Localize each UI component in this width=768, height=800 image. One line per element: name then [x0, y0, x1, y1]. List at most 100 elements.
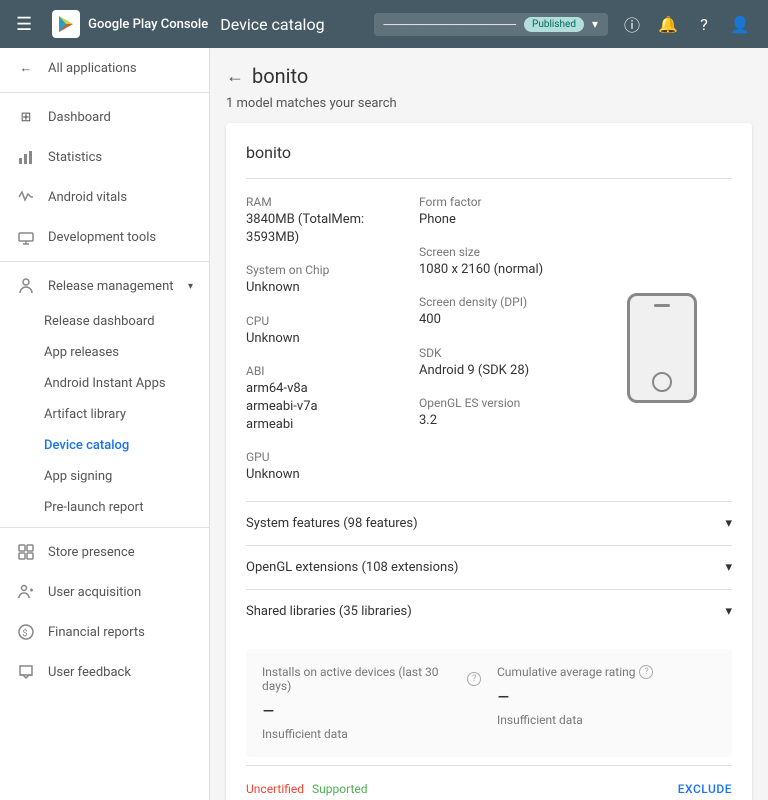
dashboard-icon: ⊞ — [16, 107, 36, 127]
sidebar-item-user-acquisition[interactable]: User acquisition — [0, 572, 209, 612]
gpu-value: Unknown — [246, 466, 419, 484]
sidebar-item-all-apps[interactable]: ← All applications — [0, 48, 209, 88]
sidebar-label-user-feedback: User feedback — [48, 665, 131, 680]
ram-label: RAM — [246, 195, 419, 209]
sidebar-label-store-presence: Store presence — [48, 545, 135, 560]
sidebar-item-statistics[interactable]: Statistics — [0, 137, 209, 177]
spec-sdk: SDK Android 9 (SDK 28) — [419, 346, 592, 380]
shared-libraries-row[interactable]: Shared libraries (35 libraries) ▾ — [246, 589, 732, 633]
bell-icon[interactable]: 🔔 — [656, 12, 680, 36]
device-card: bonito RAM 3840MB (TotalMem: 3593MB) Sys… — [226, 123, 752, 800]
dev-tools-icon — [16, 227, 36, 247]
sidebar-item-android-vitals[interactable]: Android vitals — [0, 177, 209, 217]
system-features-label: System features (98 features) — [246, 516, 418, 531]
sidebar-item-release-mgmt[interactable]: Release management ▾ — [0, 266, 209, 306]
shared-libraries-label: Shared libraries (35 libraries) — [246, 604, 412, 619]
sidebar-item-dashboard[interactable]: ⊞ Dashboard — [0, 97, 209, 137]
phone-icon-area — [592, 195, 732, 501]
sidebar-label-release-mgmt: Release management — [48, 279, 174, 294]
opengl-extensions-row[interactable]: OpenGL extensions (108 extensions) ▾ — [246, 545, 732, 589]
sidebar-item-dev-tools[interactable]: Development tools — [0, 217, 209, 257]
installs-info-icon[interactable]: ? — [467, 672, 481, 686]
system-chip-label: System on Chip — [246, 263, 419, 277]
tag-supported[interactable]: Supported — [312, 782, 367, 796]
user-acquisition-icon — [16, 582, 36, 602]
sidebar-label-dashboard: Dashboard — [48, 110, 111, 125]
release-mgmt-icon — [16, 276, 36, 296]
sidebar-item-store-presence[interactable]: Store presence — [0, 532, 209, 572]
sidebar-item-app-releases[interactable]: App releases — [0, 337, 209, 368]
installs-value: – — [262, 699, 481, 723]
content-area: ← bonito 1 model matches your search bon… — [210, 48, 768, 800]
sidebar-item-device-catalog[interactable]: Device catalog — [0, 430, 209, 461]
financial-reports-icon: $ — [16, 622, 36, 642]
back-icon: ← — [16, 58, 36, 78]
form-factor-value: Phone — [419, 211, 592, 229]
opengl-extensions-label: OpenGL extensions (108 extensions) — [246, 560, 458, 575]
opengl-value: 3.2 — [419, 412, 592, 430]
main-layout: ← All applications ⊞ Dashboard Statistic… — [0, 48, 768, 800]
sidebar-item-pre-launch[interactable]: Pre-launch report — [0, 492, 209, 523]
system-features-row[interactable]: System features (98 features) ▾ — [246, 501, 732, 545]
sidebar-label-statistics: Statistics — [48, 150, 102, 165]
sidebar-label-pre-launch: Pre-launch report — [44, 500, 144, 515]
sdk-label: SDK — [419, 346, 592, 360]
rating-info-icon[interactable]: ? — [639, 665, 653, 679]
sidebar-item-user-feedback[interactable]: User feedback — [0, 652, 209, 692]
spec-screen-size: Screen size 1080 x 2160 (normal) — [419, 245, 592, 279]
opengl-extensions-chevron: ▾ — [725, 560, 732, 575]
form-factor-label: Form factor — [419, 195, 592, 209]
sidebar-item-financial-reports[interactable]: $ Financial reports — [0, 612, 209, 652]
logo-text: Google Play Console — [88, 17, 208, 32]
statistics-icon — [16, 147, 36, 167]
sidebar-item-release-dashboard[interactable]: Release dashboard — [0, 306, 209, 337]
installs-stat: Installs on active devices (last 30 days… — [262, 665, 481, 741]
device-card-title: bonito — [246, 143, 732, 162]
hamburger-menu[interactable]: ☰ — [16, 14, 32, 35]
screen-size-value: 1080 x 2160 (normal) — [419, 261, 592, 279]
sidebar-label-app-releases: App releases — [44, 345, 119, 360]
sidebar-item-android-instant[interactable]: Android Instant Apps — [0, 368, 209, 399]
device-specs-grid: RAM 3840MB (TotalMem: 3593MB) System on … — [246, 195, 732, 501]
spec-opengl: OpenGL ES version 3.2 — [419, 396, 592, 430]
search-result-info: 1 model matches your search — [226, 96, 752, 111]
sidebar-item-artifact-library[interactable]: Artifact library — [0, 399, 209, 430]
user-icon[interactable]: 👤 — [728, 12, 752, 36]
rating-value: – — [497, 685, 716, 709]
logo-area: Google Play Console — [52, 10, 208, 38]
app-name: ───────────────── — [384, 18, 517, 31]
ram-value: 3840MB (TotalMem: 3593MB) — [246, 211, 419, 247]
exclude-button[interactable]: EXCLUDE — [678, 782, 732, 796]
sidebar-label-artifact-library: Artifact library — [44, 407, 126, 422]
page-title: Device catalog — [220, 15, 361, 34]
sidebar-label-user-acquisition: User acquisition — [48, 585, 141, 600]
gpu-label: GPU — [246, 450, 419, 464]
abi-value: arm64-v8a armeabi-v7a armeabi — [246, 380, 419, 435]
rating-stat: Cumulative average rating ? – Insufficie… — [497, 665, 716, 741]
info-icon[interactable]: ⓘ — [620, 12, 644, 36]
abi-label: ABI — [246, 364, 419, 378]
rating-note: Insufficient data — [497, 713, 716, 727]
specs-col-2: Form factor Phone Screen size 1080 x 216… — [419, 195, 592, 501]
shared-libraries-chevron: ▾ — [725, 604, 732, 619]
release-mgmt-chevron: ▾ — [188, 281, 193, 292]
sidebar-label-android-instant: Android Instant Apps — [44, 376, 166, 391]
back-arrow-icon[interactable]: ← — [226, 66, 244, 87]
installs-note: Insufficient data — [262, 727, 481, 741]
sidebar-item-app-signing[interactable]: App signing — [0, 461, 209, 492]
app-selector[interactable]: ───────────────── Published ▾ — [374, 13, 608, 36]
sidebar: ← All applications ⊞ Dashboard Statistic… — [0, 48, 210, 800]
sidebar-label-dev-tools: Development tools — [48, 230, 156, 245]
top-header: ☰ Google Play Console Device catalog ───… — [0, 0, 768, 48]
rating-label-row: Cumulative average rating ? — [497, 665, 716, 679]
rating-label: Cumulative average rating — [497, 665, 635, 679]
back-row[interactable]: ← bonito — [226, 64, 752, 88]
help-icon[interactable]: ? — [692, 12, 716, 36]
opengl-label: OpenGL ES version — [419, 396, 592, 410]
tag-uncertified[interactable]: Uncertified — [246, 782, 304, 796]
spec-system-chip: System on Chip Unknown — [246, 263, 419, 297]
spec-gpu: GPU Unknown — [246, 450, 419, 484]
dropdown-arrow: ▾ — [592, 17, 598, 31]
header-icons: ⓘ 🔔 ? 👤 — [620, 12, 752, 36]
system-chip-value: Unknown — [246, 279, 419, 297]
